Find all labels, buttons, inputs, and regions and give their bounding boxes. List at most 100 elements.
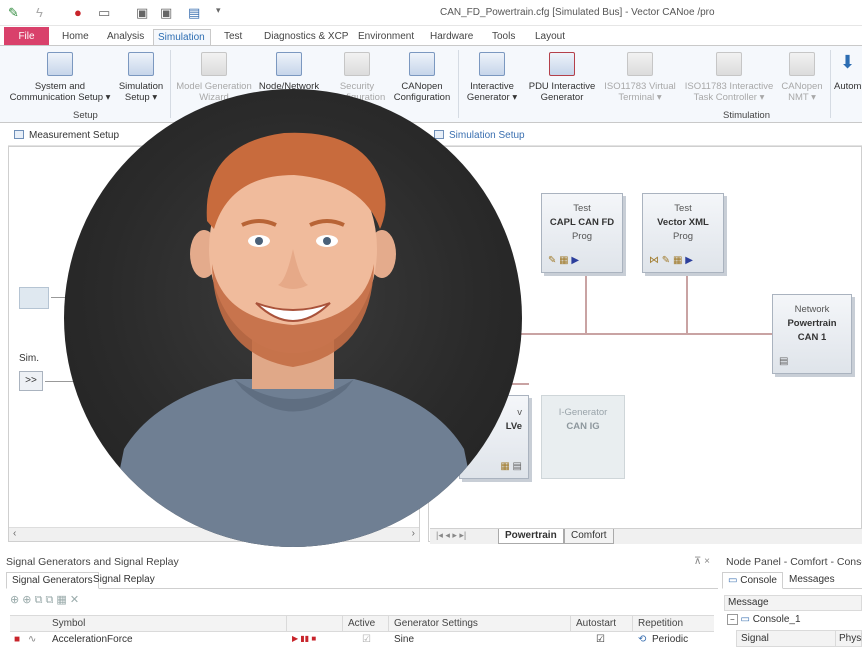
tab-layout[interactable]: Layout — [531, 29, 569, 46]
signal-generators-tabs: Signal Generators Signal Replay — [6, 572, 718, 589]
config-icon[interactable]: ▦ — [673, 255, 682, 266]
sim-expand-button[interactable]: >> — [19, 371, 43, 391]
save-as-icon[interactable]: ▣ — [160, 5, 172, 21]
group-separator — [458, 50, 459, 118]
node-test-capl-can-fd[interactable]: Test CAPL CAN FD Prog ✎ ▦ ▶ — [541, 193, 623, 273]
tab-test[interactable]: Test — [220, 29, 246, 46]
column-autostart[interactable]: Autostart — [576, 618, 616, 629]
node-i-generator[interactable]: I-Generator CAN IG — [541, 395, 625, 479]
link-icon[interactable]: ⋈ — [649, 255, 659, 266]
tab-signal-replay[interactable]: Signal Replay — [88, 572, 160, 589]
network-icon[interactable]: ▤ — [513, 461, 522, 472]
node-test-vector-xml[interactable]: Test Vector XML Prog ⋈ ✎ ▦ ▶ — [642, 193, 724, 273]
tab-analysis[interactable]: Analysis — [103, 29, 148, 46]
window-icon — [14, 130, 24, 139]
cell-autostart-checkbox[interactable]: ☑ — [596, 634, 605, 645]
delete-icon[interactable]: ✕ — [70, 594, 79, 606]
collapse-icon[interactable]: − — [727, 614, 738, 625]
tab-home[interactable]: Home — [58, 29, 93, 46]
simulation-setup-header[interactable]: Simulation Setup — [428, 126, 862, 146]
tab-diagnostics[interactable]: Diagnostics & XCP — [260, 29, 352, 46]
title-bar: ✎ ϟ ● ▭ ▣ ▣ ▤ ▾ CAN_FD_Powertrain.cfg [S… — [0, 0, 862, 26]
automation-button[interactable]: ⬇ Autom — [834, 52, 862, 92]
row-play-icon[interactable]: ▶ ▮▮ ■ — [292, 634, 316, 643]
sine-icon: ∿ — [28, 634, 37, 645]
tab-hardware[interactable]: Hardware — [426, 29, 477, 46]
tab-signal-generators[interactable]: Signal Generators — [6, 572, 99, 589]
edit-icon[interactable]: ✎ — [662, 255, 670, 266]
config-icon[interactable]: ▤ — [188, 5, 200, 21]
console-tree-item[interactable]: − ▭ Console_1 — [724, 612, 862, 628]
window-icon — [434, 130, 444, 139]
column-active[interactable]: Active — [348, 618, 375, 629]
tab-simulation[interactable]: Simulation — [153, 29, 211, 46]
customize-icon[interactable]: ▾ — [216, 5, 221, 16]
save-icon[interactable]: ▣ — [136, 5, 148, 21]
pin-icon[interactable]: ⊼ × — [694, 556, 710, 567]
interactive-generator-button[interactable]: Interactive Generator ▾ — [462, 52, 522, 103]
console-icon: ▭ — [728, 575, 741, 586]
play-icon[interactable]: ▶ — [571, 255, 579, 266]
ribbon: System and Communication Setup ▾ Simulat… — [0, 45, 862, 123]
pdu-generator-icon — [549, 52, 575, 76]
signal-grid-header: Symbol Active Generator Settings Autosta… — [10, 615, 714, 633]
group-label-setup: Setup — [73, 110, 98, 121]
nmt-icon — [789, 52, 815, 76]
bus-tab-powertrain[interactable]: Powertrain — [498, 529, 564, 544]
column-signal[interactable]: Signal — [741, 633, 769, 644]
bus-tab-comfort[interactable]: Comfort — [564, 529, 614, 544]
security-icon — [344, 52, 370, 76]
table-row[interactable]: ■ ∿ AccelerationForce ▶ ▮▮ ■ ☑ Sine ☑ ⟲ … — [10, 632, 714, 647]
settings-icon[interactable]: ▦ — [56, 594, 66, 606]
tab-file[interactable]: File — [4, 27, 49, 46]
sim-label: Sim. — [19, 353, 39, 364]
node-network-powertrain[interactable]: Network Powertrain CAN 1 ▤ — [772, 294, 852, 374]
open-icon[interactable]: ▭ — [98, 5, 110, 21]
cell-repetition: Periodic — [652, 634, 689, 645]
column-physical[interactable]: Physic — [839, 633, 862, 644]
menu-bar: File Home Analysis Simulation Test Diagn… — [0, 26, 862, 46]
scroll-right-icon[interactable]: › — [412, 528, 415, 539]
edit-icon[interactable]: ✎ — [548, 255, 556, 266]
portrait-illustration — [104, 132, 484, 547]
tab-environment[interactable]: Environment — [354, 29, 418, 46]
tab-console[interactable]: ▭ Console — [722, 572, 783, 589]
lightning-icon[interactable]: ϟ — [36, 5, 43, 20]
column-separator — [570, 616, 571, 633]
tab-tools[interactable]: Tools — [488, 29, 519, 46]
node-network-button[interactable]: Node/Network — [256, 52, 322, 92]
network-icon[interactable]: ▤ — [779, 356, 788, 367]
system-communication-setup-button[interactable]: System and Communication Setup ▾ — [8, 52, 112, 103]
pdu-interactive-generator-button[interactable]: PDU Interactive Generator — [526, 52, 598, 103]
folder-icon[interactable] — [19, 287, 49, 309]
cell-active-checkbox[interactable]: ☑ — [362, 634, 371, 645]
iso11783-virtual-terminal-button[interactable]: ISO11783 Virtual Terminal ▾ — [602, 52, 678, 103]
paste-icon[interactable]: ⧉ — [45, 594, 53, 606]
pupil-left-shape — [255, 237, 263, 245]
add-replay-icon[interactable]: ⊕ — [22, 594, 31, 606]
copy-icon[interactable]: ⧉ — [35, 594, 43, 606]
stop-icon[interactable]: ● — [74, 5, 82, 20]
column-generator-settings[interactable]: Generator Settings — [394, 618, 478, 629]
cell-symbol: AccelerationForce — [52, 634, 133, 645]
group-separator — [170, 50, 171, 118]
config-icon[interactable]: ▦ — [500, 461, 509, 472]
simulation-setup-button[interactable]: Simulation Setup ▾ — [116, 52, 166, 103]
scroll-left-icon[interactable]: ‹ — [13, 528, 16, 539]
column-separator — [342, 616, 343, 633]
window-title: CAN_FD_Powertrain.cfg [Simulated Bus] - … — [440, 7, 715, 18]
terminal-icon — [627, 52, 653, 76]
canopen-icon — [409, 52, 435, 76]
tab-messages[interactable]: Messages — [784, 572, 840, 589]
message-column-header[interactable]: Message — [724, 595, 862, 611]
play-icon[interactable]: ▶ — [685, 255, 693, 266]
tab-nav-icon[interactable]: |◂ ◂ ▸ ▸| — [436, 530, 466, 541]
column-repetition[interactable]: Repetition — [638, 618, 683, 629]
add-generator-icon[interactable]: ⊕ — [10, 594, 19, 606]
config-icon[interactable]: ▦ — [559, 255, 568, 266]
canopen-nmt-button[interactable]: CANopen NMT ▾ — [780, 52, 824, 103]
column-symbol[interactable]: Symbol — [52, 618, 85, 629]
iso11783-task-controller-button[interactable]: ISO11783 Interactive Task Controller ▾ — [682, 52, 776, 103]
canopen-configuration-button[interactable]: CANopen Configuration — [392, 52, 452, 103]
column-separator — [388, 616, 389, 633]
